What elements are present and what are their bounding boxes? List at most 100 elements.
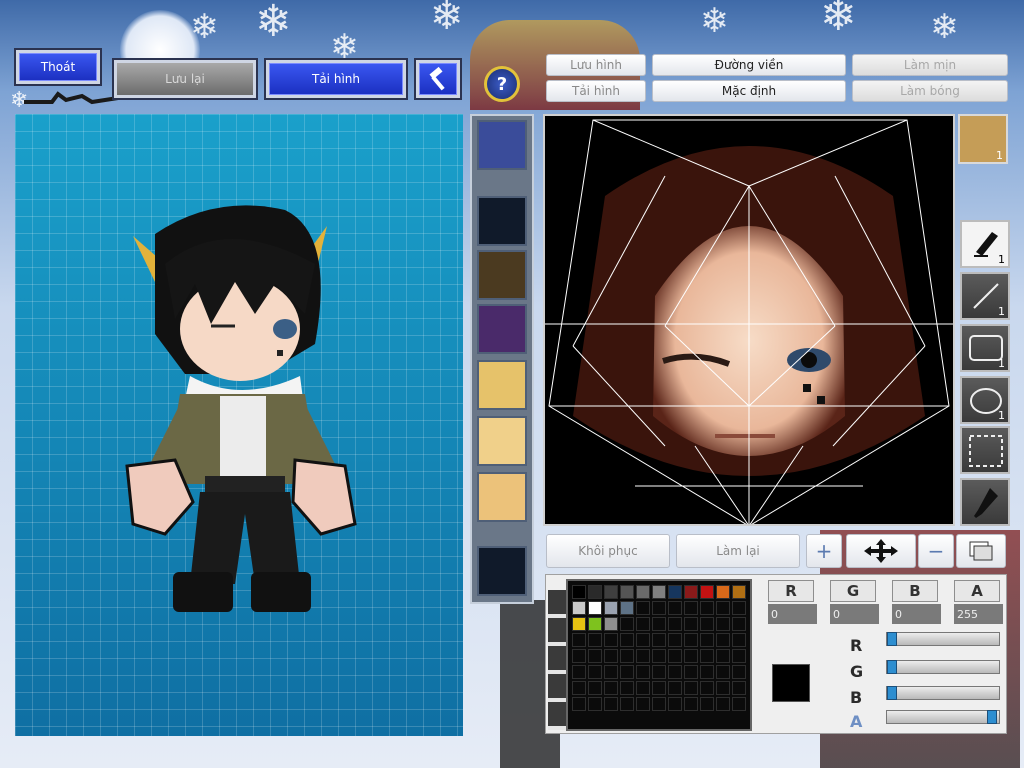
- palette-swatch[interactable]: [572, 681, 586, 695]
- palette-swatch[interactable]: [684, 633, 698, 647]
- palette-swatch[interactable]: [620, 681, 634, 695]
- palette-swatch[interactable]: [620, 601, 634, 615]
- palette-swatch[interactable]: [732, 633, 746, 647]
- palette-swatch[interactable]: [572, 649, 586, 663]
- save-button[interactable]: Lưu lại: [114, 60, 256, 98]
- pen-tool[interactable]: 1: [960, 220, 1010, 268]
- exit-button[interactable]: Thoát: [16, 50, 100, 84]
- palette-swatch[interactable]: [572, 601, 586, 615]
- palette-swatch[interactable]: [700, 585, 714, 599]
- palette-swatch[interactable]: [700, 665, 714, 679]
- load-face-image-tab[interactable]: Tải hình: [546, 80, 646, 102]
- palette-swatch[interactable]: [588, 665, 602, 679]
- help-button[interactable]: ?: [484, 66, 520, 102]
- palette-swatch[interactable]: [716, 617, 730, 631]
- part-slot-empty[interactable]: [477, 546, 527, 596]
- zoom-out-button[interactable]: −: [918, 534, 954, 568]
- palette-swatch[interactable]: [604, 697, 618, 711]
- palette-swatch[interactable]: [684, 681, 698, 695]
- palette-swatch[interactable]: [620, 585, 634, 599]
- palette-swatch[interactable]: [732, 665, 746, 679]
- palette-swatch[interactable]: [700, 601, 714, 615]
- part-thumbnail-face[interactable]: [477, 360, 527, 410]
- palette-swatch[interactable]: [588, 697, 602, 711]
- palette-swatch[interactable]: [652, 617, 666, 631]
- palette-swatch[interactable]: [700, 681, 714, 695]
- palette-swatch[interactable]: [716, 665, 730, 679]
- palette-swatch[interactable]: [620, 649, 634, 663]
- palette-swatch[interactable]: [604, 649, 618, 663]
- alpha-value-field[interactable]: 255: [954, 604, 1003, 624]
- palette-swatch[interactable]: [604, 633, 618, 647]
- palette-swatch[interactable]: [716, 697, 730, 711]
- palette-swatch[interactable]: [716, 649, 730, 663]
- blue-slider[interactable]: [886, 686, 1000, 700]
- ellipse-tool[interactable]: 1: [960, 376, 1010, 424]
- part-thumbnail-bird[interactable]: [477, 120, 527, 170]
- palette-swatch[interactable]: [636, 697, 650, 711]
- palette-swatch[interactable]: [620, 617, 634, 631]
- palette-page-tabs[interactable]: [548, 590, 566, 730]
- part-thumbnail-mask[interactable]: [477, 250, 527, 300]
- green-slider-knob[interactable]: [887, 660, 897, 674]
- zoom-in-button[interactable]: +: [806, 534, 842, 568]
- outline-tab[interactable]: Đường viền: [652, 54, 846, 76]
- default-tab[interactable]: Mặc định: [652, 80, 846, 102]
- palette-swatch[interactable]: [684, 665, 698, 679]
- smooth-button[interactable]: Làm mịn: [852, 54, 1008, 76]
- blue-value-field[interactable]: 0: [892, 604, 941, 624]
- palette-swatch[interactable]: [732, 697, 746, 711]
- palette-swatch[interactable]: [652, 633, 666, 647]
- palette-swatch[interactable]: [652, 697, 666, 711]
- palette-swatch[interactable]: [684, 617, 698, 631]
- palette-swatch[interactable]: [620, 633, 634, 647]
- layer-button[interactable]: [956, 534, 1006, 568]
- alpha-slider[interactable]: [886, 710, 1000, 724]
- shadow-button[interactable]: Làm bóng: [852, 80, 1008, 102]
- line-tool[interactable]: 1: [960, 272, 1010, 320]
- select-tool[interactable]: [960, 426, 1010, 474]
- palette-swatch[interactable]: [620, 665, 634, 679]
- palette-swatch[interactable]: [732, 681, 746, 695]
- palette-swatch[interactable]: [636, 649, 650, 663]
- palette-swatch[interactable]: [700, 697, 714, 711]
- palette-swatch[interactable]: [652, 649, 666, 663]
- palette-swatch[interactable]: [636, 601, 650, 615]
- palette-swatch[interactable]: [732, 649, 746, 663]
- palette-swatch[interactable]: [732, 585, 746, 599]
- palette-swatch[interactable]: [604, 681, 618, 695]
- palette-swatch[interactable]: [668, 665, 682, 679]
- palette-swatch[interactable]: [572, 665, 586, 679]
- palette-swatch[interactable]: [716, 585, 730, 599]
- move-button[interactable]: [846, 534, 916, 568]
- redo-button[interactable]: Làm lại: [676, 534, 800, 568]
- palette-swatch[interactable]: [588, 649, 602, 663]
- eyedropper-tool[interactable]: [960, 478, 1010, 526]
- palette-swatch[interactable]: [588, 617, 602, 631]
- palette-swatch[interactable]: [716, 681, 730, 695]
- palette-swatch[interactable]: [588, 633, 602, 647]
- part-slot-empty[interactable]: [477, 196, 527, 246]
- palette-swatch[interactable]: [604, 617, 618, 631]
- save-face-image-tab[interactable]: Lưu hình: [546, 54, 646, 76]
- alpha-slider-knob[interactable]: [987, 710, 997, 724]
- green-value-field[interactable]: 0: [830, 604, 879, 624]
- palette-swatch[interactable]: [620, 697, 634, 711]
- palette-swatch[interactable]: [636, 585, 650, 599]
- palette-swatch[interactable]: [588, 601, 602, 615]
- palette-swatch[interactable]: [668, 601, 682, 615]
- palette-swatch[interactable]: [684, 649, 698, 663]
- blue-slider-knob[interactable]: [887, 686, 897, 700]
- palette-swatch[interactable]: [700, 633, 714, 647]
- palette-swatch[interactable]: [668, 585, 682, 599]
- palette-swatch[interactable]: [572, 633, 586, 647]
- red-slider[interactable]: [886, 632, 1000, 646]
- palette-swatch[interactable]: [652, 681, 666, 695]
- palette-swatch[interactable]: [572, 585, 586, 599]
- palette-swatch[interactable]: [716, 633, 730, 647]
- palette-swatch[interactable]: [668, 633, 682, 647]
- palette-swatch[interactable]: [572, 697, 586, 711]
- load-image-button[interactable]: Tải hình: [266, 60, 406, 98]
- green-slider[interactable]: [886, 660, 1000, 674]
- palette-swatch[interactable]: [604, 585, 618, 599]
